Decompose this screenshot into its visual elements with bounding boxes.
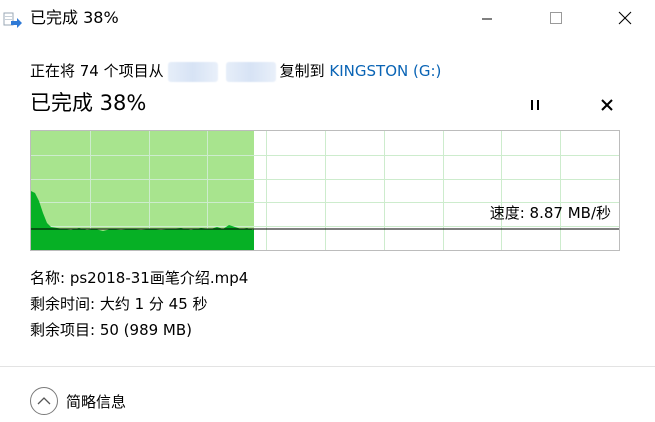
file-name: 名称: ps2018-31画笔介绍.mp4: [30, 269, 249, 287]
fewer-details-label: 简略信息: [66, 392, 127, 411]
source-path-obscured: [225, 61, 276, 82]
close-icon: [618, 10, 632, 29]
maximize-icon: [549, 10, 563, 29]
destination-link[interactable]: KINGSTON (G:): [329, 62, 441, 80]
source-path-obscured: [167, 61, 218, 82]
file-copy-icon: [3, 11, 23, 29]
close-icon: [601, 96, 613, 115]
minimize-button[interactable]: [464, 0, 510, 38]
progress-percent: 已完成 38%: [30, 91, 147, 115]
copy-description: 正在将 74 个项目从 复制到 KINGSTON (G:): [30, 60, 441, 82]
pause-button[interactable]: [522, 92, 548, 118]
fewer-details-toggle[interactable]: 简略信息: [30, 386, 126, 416]
pause-icon: [529, 96, 541, 115]
chevron-up-icon: [30, 387, 58, 415]
copy-prefix: 正在将 74 个项目从: [30, 62, 164, 80]
items-remaining: 剩余项目: 50 (989 MB): [30, 321, 193, 339]
close-button[interactable]: [602, 0, 648, 38]
maximize-button[interactable]: [533, 0, 579, 38]
stop-button[interactable]: [594, 92, 620, 118]
speed-label: 速度: 8.87 MB/秒: [489, 204, 611, 222]
window-title: 已完成 38%: [30, 8, 119, 27]
divider: [0, 366, 655, 367]
progress-speed-chart: 速度: 8.87 MB/秒: [30, 130, 620, 251]
copy-middle: 复制到: [279, 62, 325, 80]
time-remaining: 剩余时间: 大约 1 分 45 秒: [30, 295, 208, 313]
title-bar: 已完成 38%: [0, 0, 655, 38]
chart-svg: [31, 131, 619, 250]
minimize-icon: [481, 10, 493, 29]
